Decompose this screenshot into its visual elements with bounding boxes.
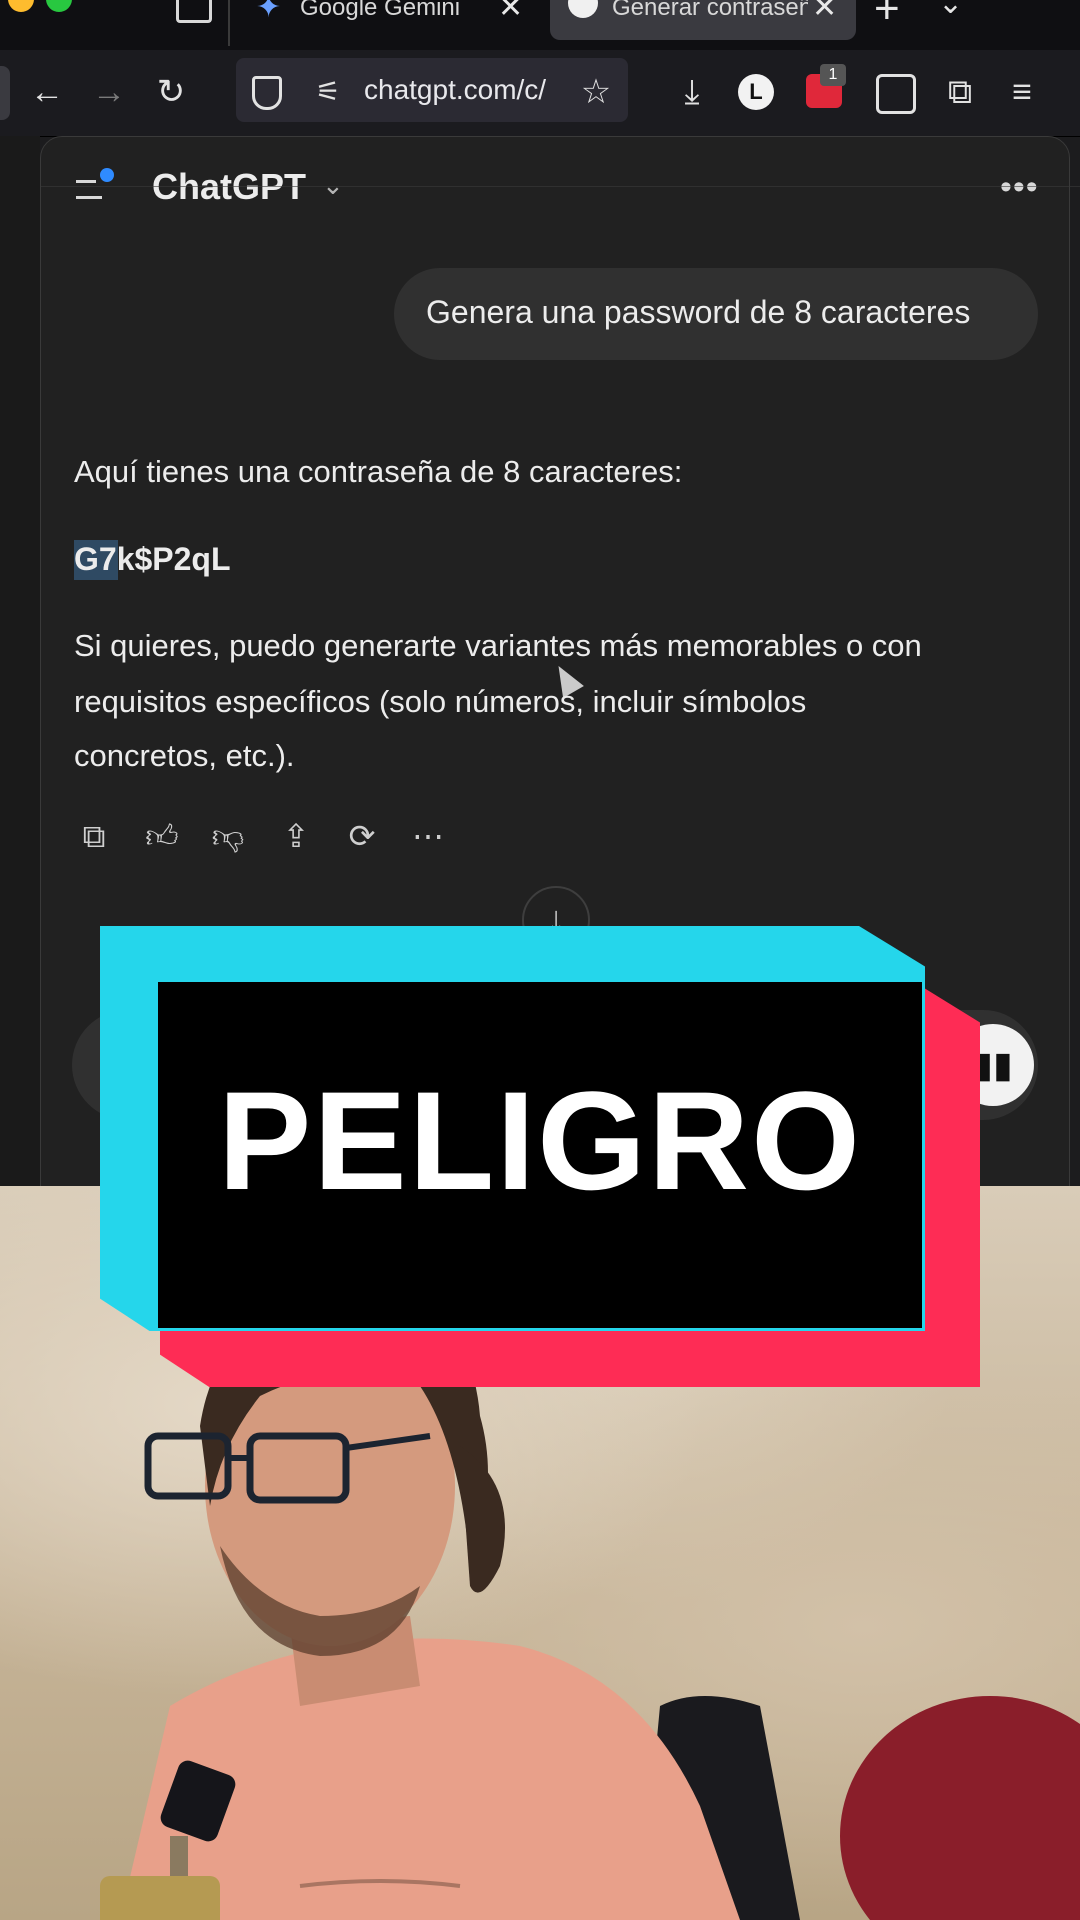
sidebar-button[interactable] (0, 66, 10, 120)
forward-arrow-icon[interactable]: → (88, 72, 130, 112)
close-tab-icon[interactable]: ✕ (812, 0, 837, 25)
thumbs-down-icon[interactable]: 👎︎ (208, 816, 248, 856)
site-permissions-icon[interactable]: ⚟ (308, 72, 348, 112)
url-text[interactable]: chatgpt.com/c/ (364, 74, 564, 106)
downloads-icon[interactable]: ⤓ (672, 72, 712, 112)
tab-label: Generar contraseña (612, 0, 808, 21)
tab-generar-contrasena[interactable]: Generar contraseña ✕ (550, 0, 856, 40)
browser-tab-bar (0, 0, 1080, 50)
back-arrow-icon[interactable]: ← (26, 72, 68, 112)
extensions-puzzle-icon[interactable]: ⧉ (940, 72, 980, 112)
tab-google-gemini[interactable]: ✦ Google Gemini ✕ (238, 0, 538, 40)
model-selector-label[interactable]: ChatGPT (152, 166, 306, 208)
overlay-caption-text: PELIGRO (217, 1062, 863, 1219)
collapsed-sidebar (0, 136, 40, 1186)
assistant-followup-line-2: requisitos específicos (solo números, in… (74, 684, 807, 719)
reader-extension-icon[interactable] (876, 74, 916, 114)
more-actions-icon[interactable]: ⋯ (408, 816, 448, 856)
assistant-followup-line-3: concretos, etc.). (74, 738, 295, 773)
assistant-intro-text: Aquí tienes una contraseña de 8 caracter… (74, 454, 683, 489)
regenerate-icon[interactable]: ⟳ (342, 816, 382, 856)
share-icon[interactable]: ⇪ (276, 816, 316, 856)
tab-label: Google Gemini (300, 0, 461, 21)
generated-password: G7k$P2qL (74, 541, 231, 577)
close-tab-icon[interactable]: ✕ (498, 0, 523, 25)
extension-badge: 1 (820, 64, 846, 86)
open-sidebar-icon[interactable] (76, 168, 114, 206)
user-message-text: Genera una password de 8 caracteres (426, 294, 971, 330)
more-options-icon[interactable]: ••• (1000, 168, 1039, 207)
tab-separator (228, 0, 230, 46)
header-divider (40, 186, 1080, 187)
shield-icon[interactable] (252, 76, 282, 110)
chatgpt-favicon-icon (568, 0, 598, 18)
copy-icon[interactable]: ⧉ (74, 816, 114, 856)
new-tab-icon[interactable]: + (874, 0, 900, 34)
thumbs-up-icon[interactable]: 👍︎ (142, 816, 182, 856)
sidebar-toggle-icon[interactable] (176, 0, 212, 23)
bookmark-star-icon[interactable]: ☆ (576, 72, 616, 112)
gemini-icon: ✦ (256, 0, 282, 24)
reload-icon[interactable]: ↻ (150, 72, 192, 112)
profile-avatar[interactable]: L (738, 74, 774, 110)
tab-list-chevron-icon[interactable]: ⌄ (938, 0, 963, 21)
app-menu-icon[interactable]: ≡ (1002, 72, 1042, 112)
assistant-followup-line-1: Si quieres, puedo generarte variantes má… (74, 628, 922, 663)
